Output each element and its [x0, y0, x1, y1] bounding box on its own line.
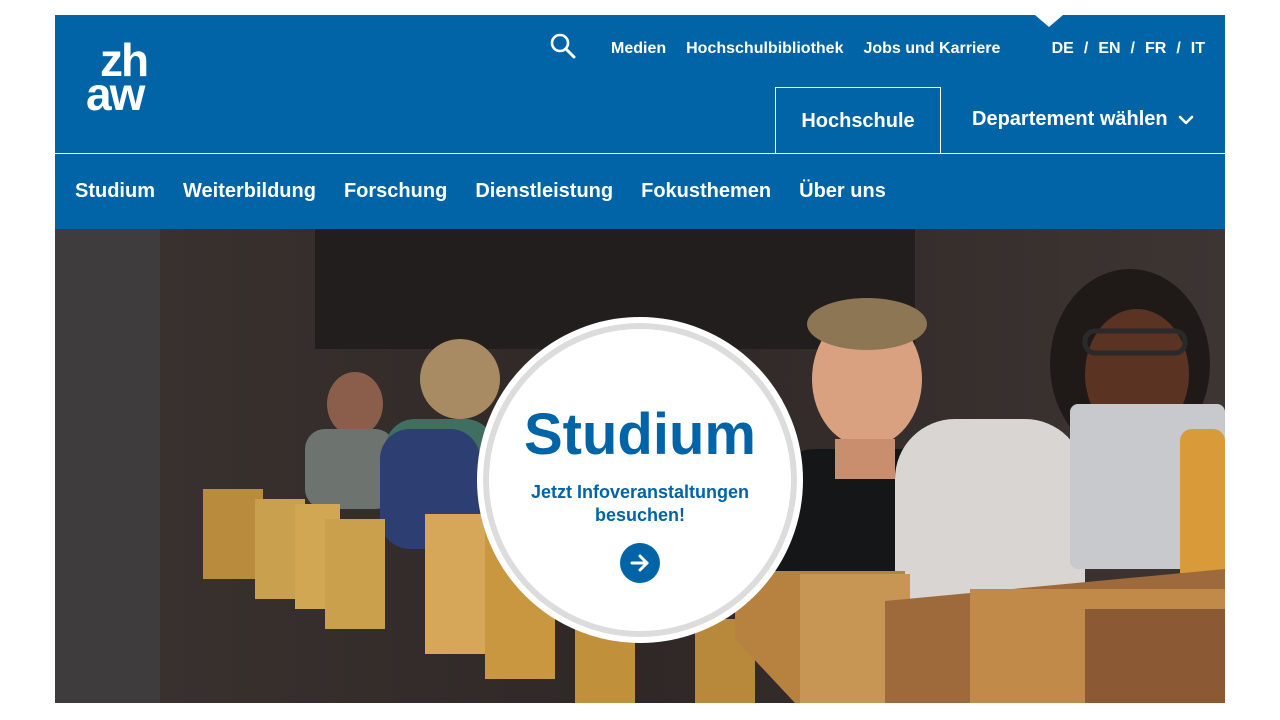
- teaser-text: Jetzt Infoveranstaltungen besuchen!: [530, 482, 750, 525]
- language-active-indicator: [1035, 15, 1063, 27]
- chevron-down-icon: [1178, 115, 1193, 124]
- lang-separator: /: [1130, 40, 1135, 57]
- zhaw-logo[interactable]: zh aw: [86, 37, 166, 120]
- nav-fokusthemen[interactable]: Fokusthemen: [641, 180, 771, 203]
- meta-link-hochschulbibliothek[interactable]: Hochschulbibliothek: [686, 40, 843, 58]
- arrow-right-icon: [630, 554, 649, 572]
- teaser-title: Studium: [524, 402, 756, 467]
- nav-dienstleistung[interactable]: Dienstleistung: [475, 180, 613, 203]
- logo-line-2: aw: [86, 68, 145, 120]
- meta-navigation: Medien Hochschulbibliothek Jobs und Karr…: [611, 40, 1000, 58]
- header: zh aw Medien Hochschulbibliothek Jobs un…: [55, 15, 1225, 154]
- department-select-label: Departement wählen: [972, 108, 1168, 130]
- studium-teaser-circle[interactable]: Studium Jetzt Infoveranstaltungen besuch…: [477, 317, 803, 643]
- hero-banner: Studium Jetzt Infoveranstaltungen besuch…: [55, 229, 1225, 703]
- meta-link-jobs[interactable]: Jobs und Karriere: [863, 40, 1000, 58]
- main-navigation: Studium Weiterbildung Forschung Dienstle…: [55, 154, 1225, 229]
- lang-separator: /: [1176, 40, 1181, 57]
- lang-fr[interactable]: FR: [1145, 40, 1166, 58]
- lang-it[interactable]: IT: [1191, 40, 1205, 58]
- meta-link-medien[interactable]: Medien: [611, 40, 666, 58]
- tab-hochschule[interactable]: Hochschule: [775, 87, 941, 154]
- lang-separator: /: [1083, 40, 1089, 57]
- language-switcher: DE / EN / FR / IT: [1052, 40, 1205, 58]
- search-icon[interactable]: [549, 32, 577, 60]
- department-select[interactable]: Departement wählen: [972, 108, 1194, 131]
- nav-weiterbildung[interactable]: Weiterbildung: [183, 180, 316, 203]
- lang-en[interactable]: EN: [1098, 40, 1120, 58]
- lang-de[interactable]: DE: [1052, 40, 1074, 58]
- nav-studium[interactable]: Studium: [75, 180, 155, 203]
- nav-ueber-uns[interactable]: Über uns: [799, 180, 886, 203]
- nav-forschung[interactable]: Forschung: [344, 180, 447, 203]
- site-container: zh aw Medien Hochschulbibliothek Jobs un…: [55, 15, 1225, 703]
- teaser-arrow-button[interactable]: [620, 543, 660, 583]
